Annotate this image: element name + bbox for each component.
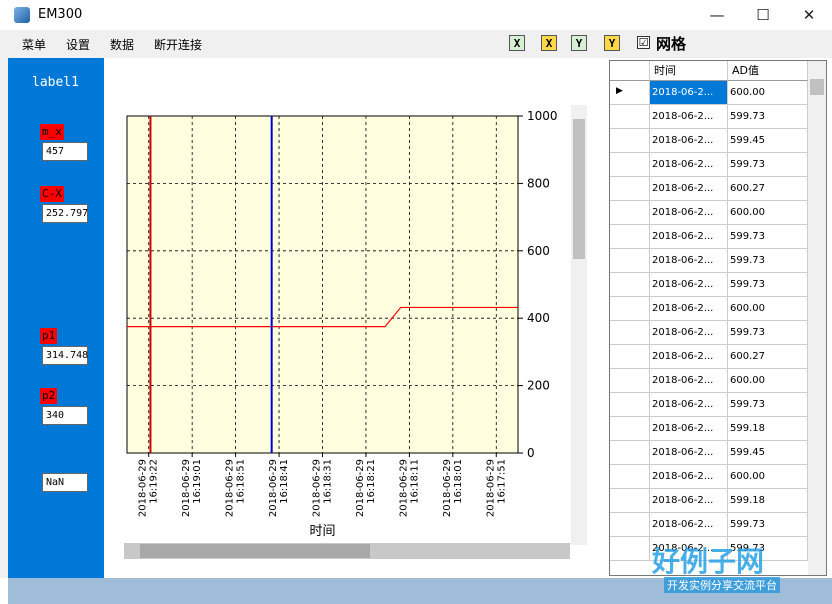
- cell-ad-value[interactable]: 600.00: [728, 81, 808, 105]
- y-tick-label: 800: [527, 176, 550, 190]
- row-header[interactable]: [610, 273, 650, 297]
- row-header[interactable]: [610, 177, 650, 201]
- cell-time[interactable]: 2018-06-2...: [650, 273, 728, 297]
- cell-time[interactable]: 2018-06-2...: [650, 489, 728, 513]
- row-header[interactable]: [610, 201, 650, 225]
- chart-vscroll-thumb[interactable]: [573, 119, 585, 259]
- cell-ad-value[interactable]: 599.45: [728, 441, 808, 465]
- cell-time[interactable]: 2018-06-2...: [650, 249, 728, 273]
- cell-time[interactable]: 2018-06-2...: [650, 465, 728, 489]
- row-header[interactable]: [610, 321, 650, 345]
- table-vertical-scrollbar[interactable]: [808, 61, 826, 575]
- cell-ad-value[interactable]: 599.73: [728, 321, 808, 345]
- y-tick-label: 1000: [527, 109, 558, 123]
- column-header-time[interactable]: 时间: [650, 61, 728, 81]
- row-header[interactable]: [610, 153, 650, 177]
- table-vscroll-thumb[interactable]: [810, 79, 824, 95]
- row-header[interactable]: [610, 489, 650, 513]
- x-tick-label: 2018-06-2916:18:51: [225, 459, 247, 517]
- x-axis-label: 时间: [309, 524, 335, 539]
- row-header[interactable]: [610, 249, 650, 273]
- column-header-ad[interactable]: AD值: [728, 61, 808, 81]
- cell-time[interactable]: 2018-06-2...: [650, 81, 728, 105]
- cell-ad-value[interactable]: 600.00: [728, 201, 808, 225]
- cell-ad-value[interactable]: 599.45: [728, 129, 808, 153]
- cell-ad-value[interactable]: 600.00: [728, 297, 808, 321]
- cell-ad-value[interactable]: 599.73: [728, 393, 808, 417]
- cell-ad-value[interactable]: 599.73: [728, 225, 808, 249]
- row-header[interactable]: ▶: [610, 81, 650, 105]
- x-tick-label: 2018-06-2916:18:21: [355, 459, 377, 517]
- cell-time[interactable]: 2018-06-2...: [650, 105, 728, 129]
- cell-time[interactable]: 2018-06-2...: [650, 201, 728, 225]
- chart-vertical-scrollbar[interactable]: [571, 105, 587, 545]
- row-header[interactable]: [610, 225, 650, 249]
- cell-time[interactable]: 2018-06-2...: [650, 153, 728, 177]
- row-header[interactable]: [610, 105, 650, 129]
- cell-time[interactable]: 2018-06-2...: [650, 393, 728, 417]
- chart-hscroll-thumb[interactable]: [140, 544, 370, 558]
- cell-time[interactable]: 2018-06-2...: [650, 321, 728, 345]
- cell-ad-value[interactable]: 600.00: [728, 465, 808, 489]
- cell-ad-value[interactable]: 599.73: [728, 513, 808, 537]
- data-table: 时间 AD值 ▶ 2018-06-2... 600.00 2018-06-2... 59…: [609, 60, 827, 576]
- cell-time[interactable]: 2018-06-2...: [650, 345, 728, 369]
- x-tick-label: 2018-06-2916:18:11: [398, 459, 420, 517]
- y-tick-label: 600: [527, 244, 550, 258]
- row-header[interactable]: [610, 441, 650, 465]
- watermark-subtitle: 开发实例分享交流平台: [664, 577, 780, 593]
- row-header[interactable]: [610, 417, 650, 441]
- x-tick-label: 2018-06-2916:19:01: [181, 459, 203, 517]
- cell-time[interactable]: 2018-06-2...: [650, 177, 728, 201]
- cell-time[interactable]: 2018-06-2...: [650, 441, 728, 465]
- chart-horizontal-scrollbar[interactable]: [124, 543, 570, 559]
- cell-ad-value[interactable]: 599.18: [728, 417, 808, 441]
- row-header[interactable]: [610, 297, 650, 321]
- y-tick-label: 200: [527, 379, 550, 393]
- row-header[interactable]: [610, 345, 650, 369]
- cell-time[interactable]: 2018-06-2...: [650, 417, 728, 441]
- cell-ad-value[interactable]: 599.73: [728, 273, 808, 297]
- cell-time[interactable]: 2018-06-2...: [650, 129, 728, 153]
- cell-ad-value[interactable]: 600.27: [728, 177, 808, 201]
- row-header[interactable]: [610, 393, 650, 417]
- row-header[interactable]: [610, 129, 650, 153]
- y-tick-label: 0: [527, 446, 535, 460]
- watermark-logo: 好例子网: [652, 545, 765, 578]
- x-tick-label: 2018-06-2916:19:22: [138, 459, 160, 517]
- cell-ad-value[interactable]: 599.73: [728, 105, 808, 129]
- current-row-icon: ▶: [616, 86, 623, 96]
- table-corner: [610, 61, 650, 81]
- row-header[interactable]: [610, 465, 650, 489]
- x-tick-label: 2018-06-2916:18:01: [442, 459, 464, 517]
- cell-time[interactable]: 2018-06-2...: [650, 297, 728, 321]
- row-header[interactable]: [610, 513, 650, 537]
- cell-ad-value[interactable]: 599.73: [728, 153, 808, 177]
- cell-time[interactable]: 2018-06-2...: [650, 369, 728, 393]
- x-tick-label: 2018-06-2916:18:31: [312, 459, 334, 517]
- cell-ad-value[interactable]: 599.73: [728, 249, 808, 273]
- cell-ad-value[interactable]: 600.27: [728, 345, 808, 369]
- x-tick-label: 2018-06-2916:17:51: [485, 459, 507, 517]
- row-header[interactable]: [610, 369, 650, 393]
- y-tick-label: 400: [527, 311, 550, 325]
- x-tick-label: 2018-06-2916:18:41: [268, 459, 290, 517]
- cell-ad-value[interactable]: 599.18: [728, 489, 808, 513]
- cell-time[interactable]: 2018-06-2...: [650, 225, 728, 249]
- cell-ad-value[interactable]: 600.00: [728, 369, 808, 393]
- cell-time[interactable]: 2018-06-2...: [650, 513, 728, 537]
- row-header[interactable]: [610, 537, 650, 561]
